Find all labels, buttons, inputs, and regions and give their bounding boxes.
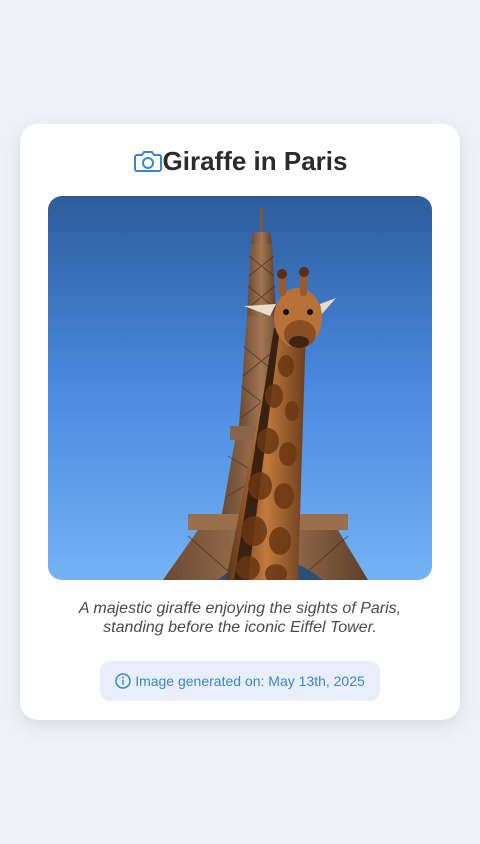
caption-line-1: A majestic giraffe enjoying the sights o…: [78, 600, 402, 617]
camera-icon: [133, 149, 163, 173]
generated-date-badge: Image generated on: May 13th, 2025: [100, 661, 380, 701]
info-icon: [115, 673, 131, 689]
image-caption: A majestic giraffe enjoying the sights o…: [50, 599, 430, 637]
caption-line-2: standing before the iconic Eiffel Tower.: [103, 619, 377, 636]
giraffe-eiffel-image: [48, 196, 432, 580]
title-row: Giraffe in Paris: [20, 146, 460, 176]
image-card: Giraffe in Paris A majestic giraffe enjo…: [20, 124, 460, 720]
generated-date-text: Image generated on: May 13th, 2025: [135, 673, 365, 689]
page-title: Giraffe in Paris: [162, 146, 348, 176]
